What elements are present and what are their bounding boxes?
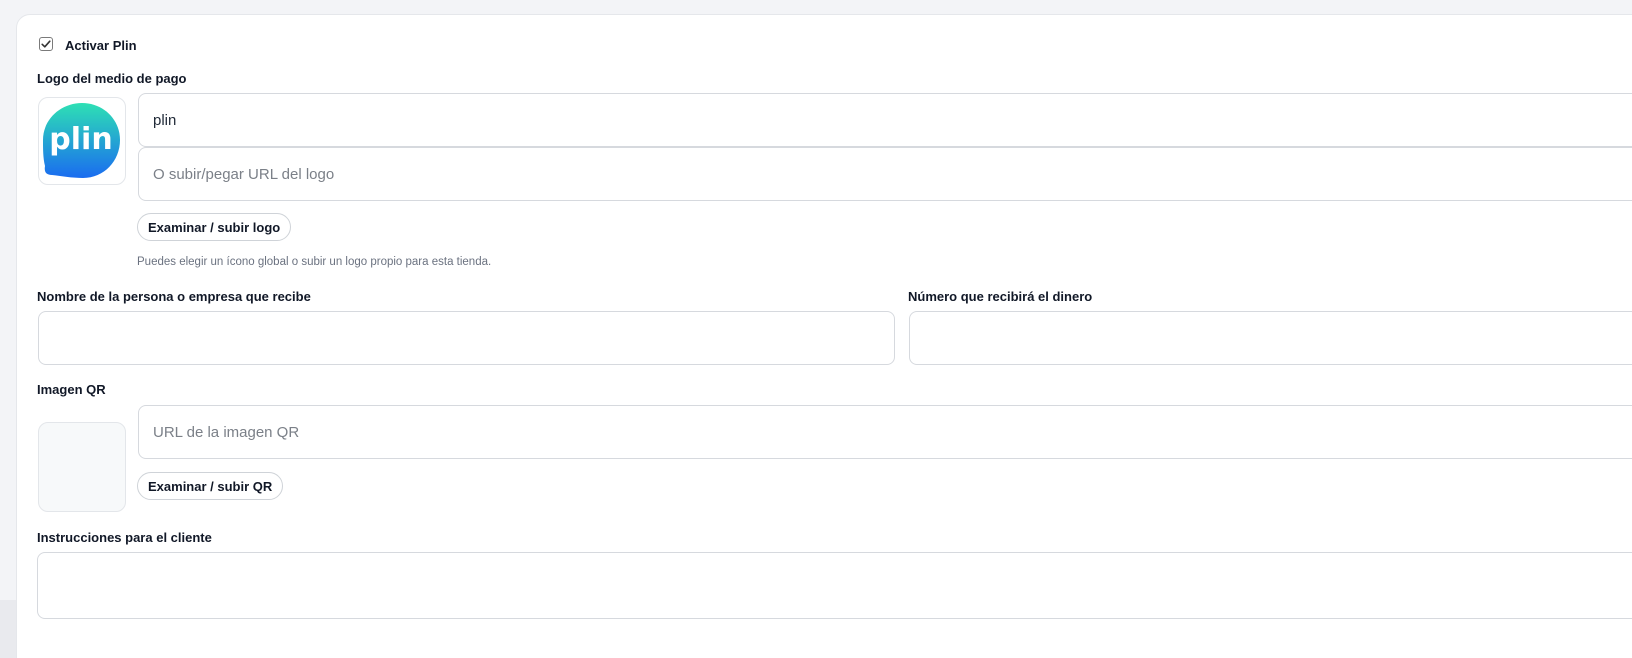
checkmark-icon	[41, 40, 51, 48]
page: Activar Plin Logo del medio de pago plin…	[0, 0, 1632, 658]
qr-section-label: Imagen QR	[37, 382, 106, 397]
activate-plin-checkbox[interactable]	[39, 37, 53, 51]
recipient-number-input[interactable]	[909, 311, 1632, 365]
qr-url-input[interactable]	[138, 405, 1632, 459]
instructions-label: Instrucciones para el cliente	[37, 530, 212, 545]
plin-logo-icon: plin	[43, 103, 120, 178]
logo-url-input[interactable]	[138, 147, 1632, 201]
background-strip	[0, 600, 16, 658]
activate-plin-label: Activar Plin	[65, 38, 137, 53]
logo-name-input[interactable]	[138, 93, 1632, 147]
recipient-name-input[interactable]	[38, 311, 895, 365]
upload-logo-button[interactable]: Examinar / subir logo	[137, 213, 292, 241]
qr-image-preview[interactable]	[38, 422, 126, 512]
plin-settings-card: Activar Plin Logo del medio de pago plin…	[16, 14, 1632, 658]
upload-qr-button[interactable]: Examinar / subir QR	[137, 472, 284, 500]
svg-text:plin: plin	[49, 122, 112, 157]
logo-hint-text: Puedes elegir un ícono global o subir un…	[137, 256, 492, 268]
recipient-number-label: Número que recibirá el dinero	[908, 289, 1093, 304]
recipient-name-label: Nombre de la persona o empresa que recib…	[37, 289, 311, 304]
logo-section-label: Logo del medio de pago	[37, 71, 187, 86]
payment-logo-preview[interactable]: plin	[38, 97, 126, 185]
instructions-textarea[interactable]	[37, 552, 1632, 619]
